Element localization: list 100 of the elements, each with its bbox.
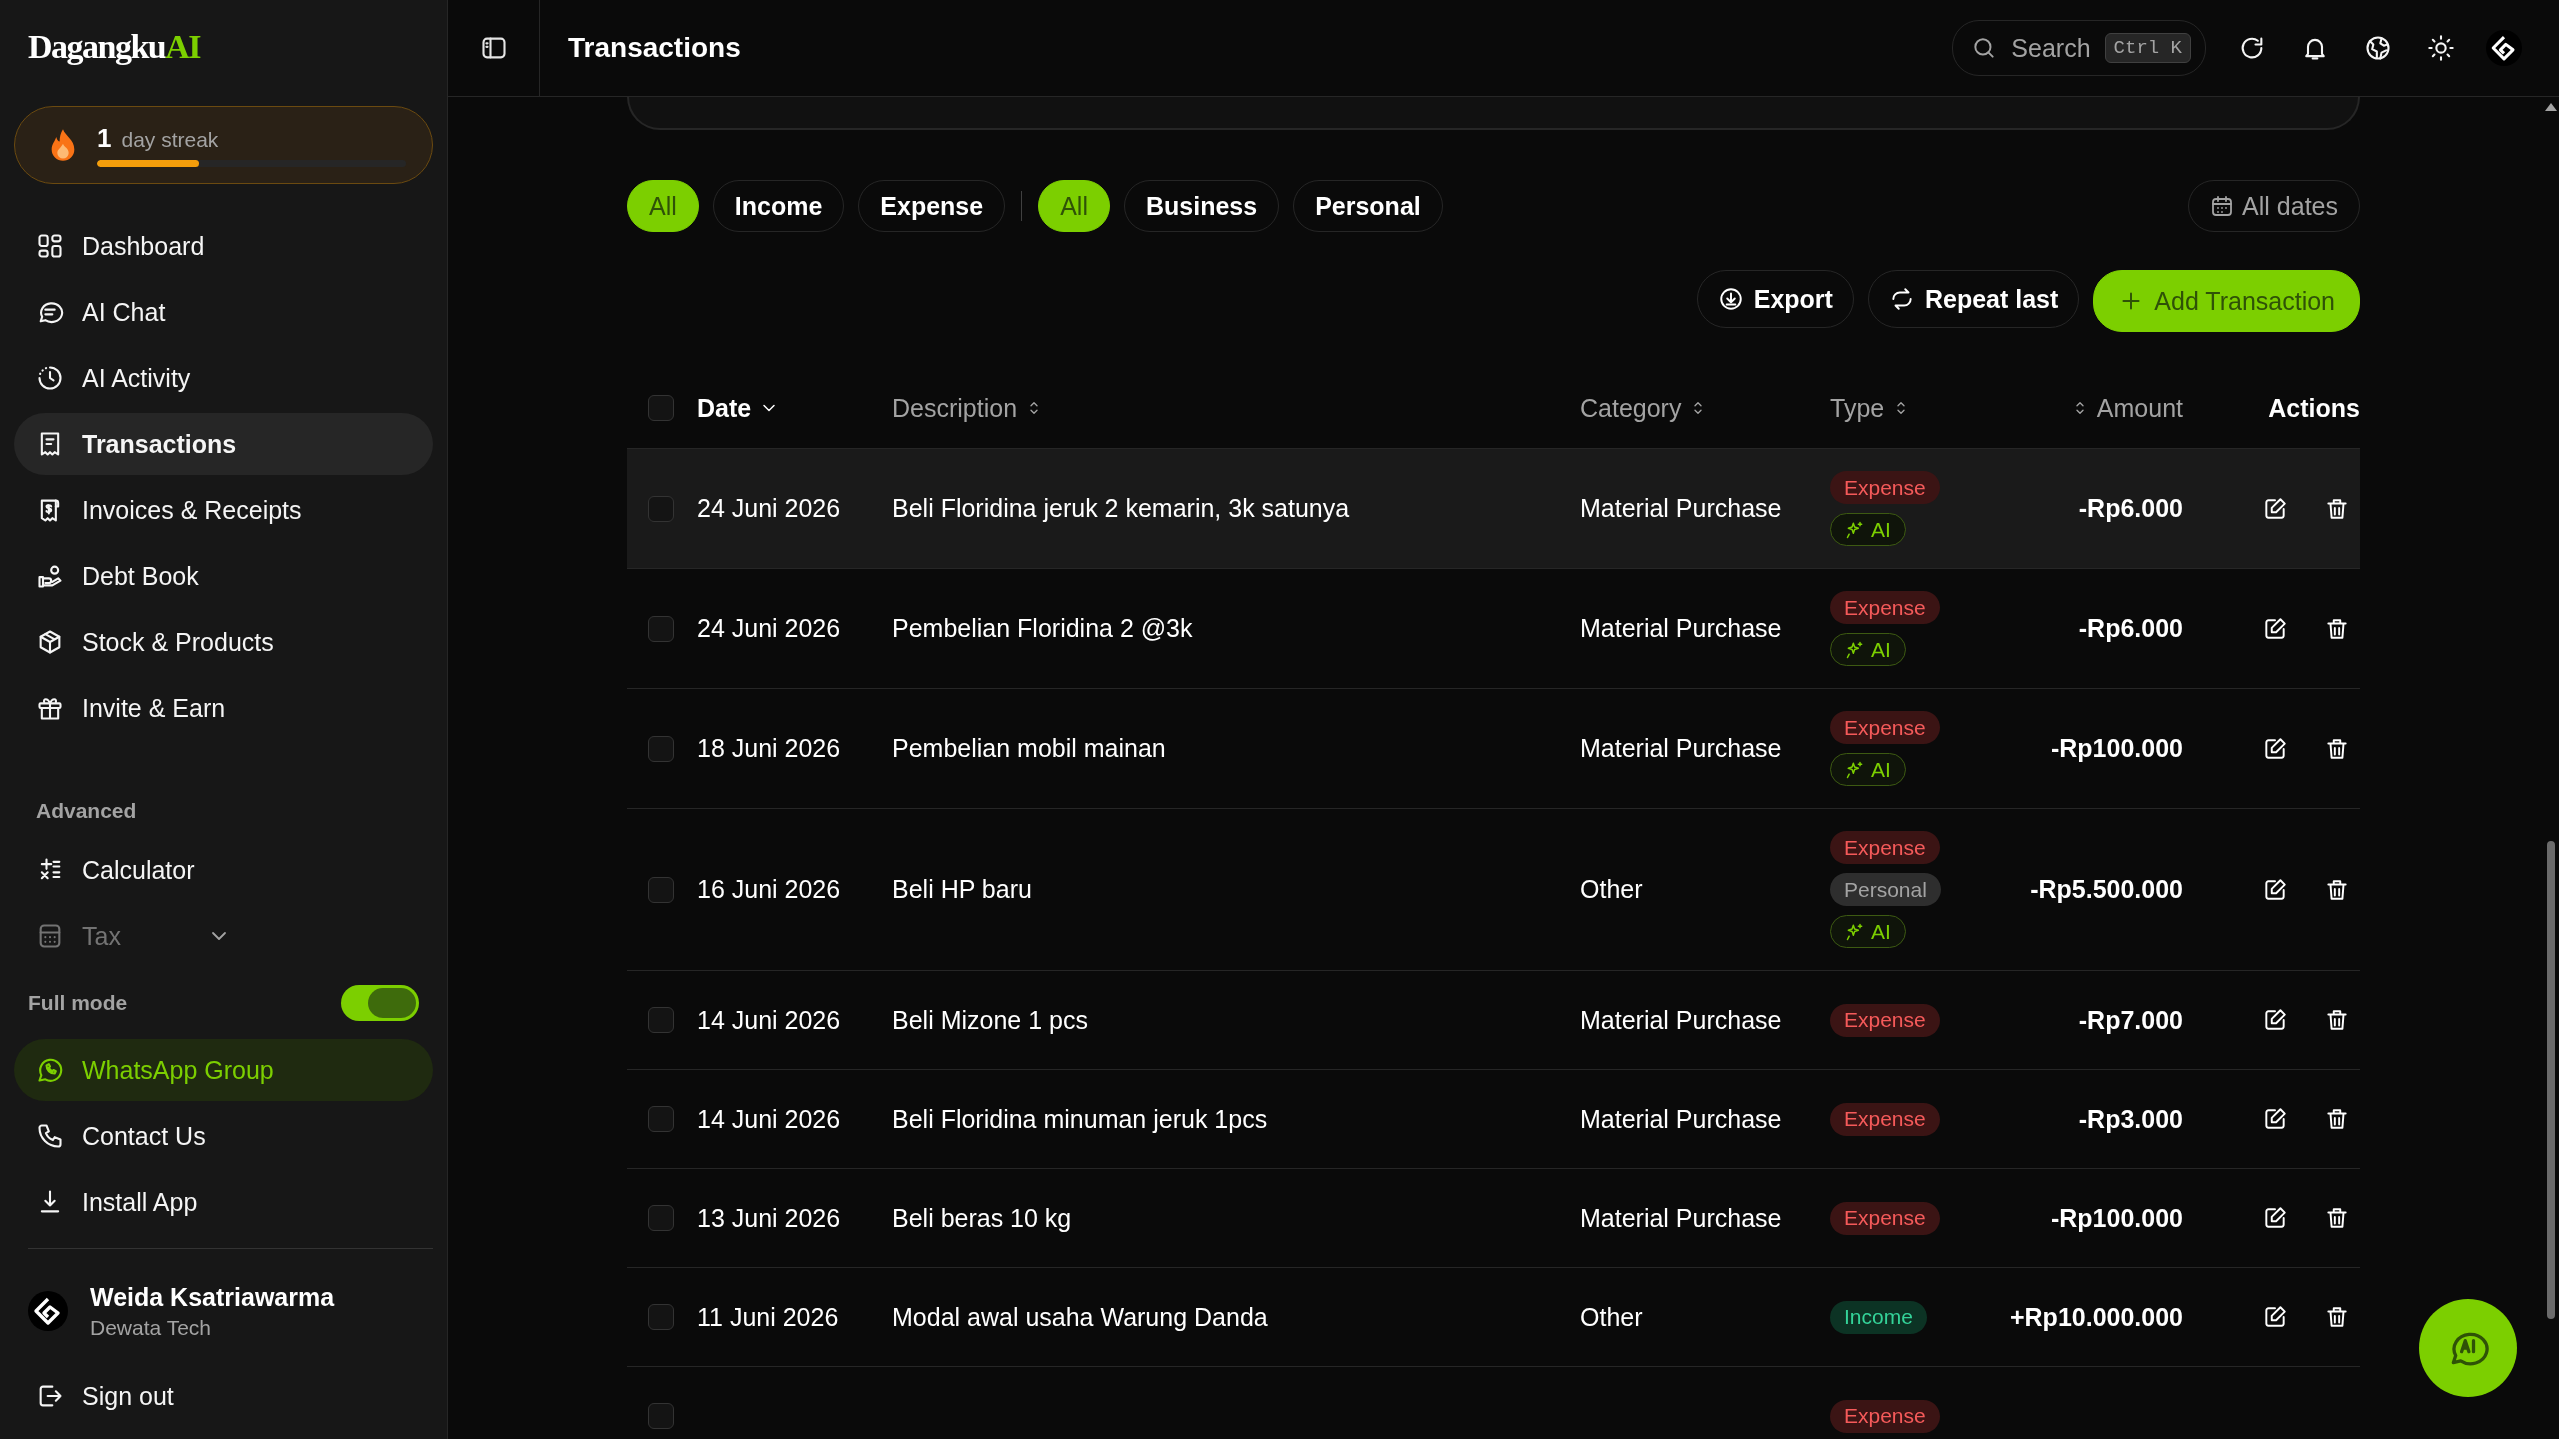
table-row[interactable]: 14 Juni 2026 Beli Mizone 1 pcs Material Purchase Expense -Rp7.000: [627, 971, 2360, 1070]
search-field[interactable]: Search Ctrl K: [1952, 20, 2206, 76]
sign-out-button[interactable]: Sign out: [14, 1365, 433, 1427]
app-logo[interactable]: DagangkuAI: [28, 28, 201, 68]
expense-badge: Expense: [1830, 1102, 1940, 1136]
full-mode-label: Full mode: [28, 991, 128, 1015]
row-checkbox[interactable]: [648, 1205, 674, 1231]
category-cell-text: Material Purchase: [1580, 494, 1783, 523]
nav-item[interactable]: Calculator: [14, 839, 433, 901]
shortcut-key: Ctrl K: [2104, 33, 2191, 63]
delete-button[interactable]: [2324, 1304, 2350, 1330]
avatar-icon: [28, 1291, 68, 1331]
filter-chip[interactable]: Expense: [858, 180, 1006, 232]
export-button[interactable]: Export: [1696, 270, 1854, 328]
row-checkbox[interactable]: [648, 1304, 674, 1330]
category-cell-text: Other: [1580, 1302, 1644, 1332]
table-row[interactable]: 11 Juni 2026 Modal awal usaha Warung Danda Other Income +Rp10.000.000: [627, 1268, 2360, 1367]
expense-badge: Expense: [1830, 471, 1940, 504]
category-cell-text: Material Purchase: [1580, 734, 1783, 763]
repeat-button[interactable]: Repeat last: [1867, 270, 2080, 328]
category-cell-text: Material Purchase: [1580, 614, 1783, 643]
filter-chip[interactable]: Business: [1123, 180, 1280, 232]
column-header[interactable]: Type: [1830, 393, 1980, 423]
table-row[interactable]: 16 Juni 2026 Beli HP baru Other Expense Personal AI -Rp5.500.000: [627, 809, 2360, 971]
filter-chip[interactable]: Personal: [1293, 180, 1443, 232]
column-header[interactable]: Category: [1580, 393, 1830, 423]
row-checkbox[interactable]: [648, 495, 674, 522]
nav-item[interactable]: Invite & Earn: [14, 677, 433, 739]
table-row[interactable]: 13 Juni 2026 Beli beras 10 kg Material Purchase Expense -Rp100.000: [627, 1169, 2360, 1268]
add-button[interactable]: Add Transaction: [2093, 270, 2360, 332]
nav-item[interactable]: AI Chat: [14, 281, 433, 343]
row-checkbox[interactable]: [648, 1106, 674, 1132]
amount-cell: -Rp6.000: [2078, 614, 2183, 643]
nav-item[interactable]: Install App: [14, 1171, 433, 1233]
streak-label: day streak: [121, 128, 219, 152]
row-checkbox[interactable]: [648, 735, 674, 762]
row-checkbox[interactable]: [648, 1007, 674, 1033]
select-all-checkbox[interactable]: [648, 395, 674, 421]
description-cell-text: Pembelian mobil mainan: [892, 734, 1167, 763]
table-row[interactable]: 14 Juni 2026 Beli Floridina minuman jeruk 1pcs Material Purchase Expense -Rp3.000: [627, 1070, 2360, 1169]
edit-button[interactable]: [2262, 1205, 2288, 1231]
row-checkbox[interactable]: [648, 615, 674, 642]
grid-icon: [36, 232, 64, 260]
table-row[interactable]: 24 Juni 2026 Beli Floridina jeruk 2 kemarin, 3k satunya Material Purchase Expense AI -Rp6.000: [627, 449, 2360, 569]
edit-button[interactable]: [2262, 1007, 2288, 1033]
table-row[interactable]: 18 Juni 2026 Pembelian mobil mainan Material Purchase Expense AI -Rp100.000: [627, 689, 2360, 809]
sun-icon: [2426, 34, 2455, 62]
delete-button[interactable]: [2324, 1007, 2350, 1033]
description-cell-text: Beli Floridina jeruk 2 kemarin, 3k satunya: [892, 494, 1351, 523]
calendar-icon: [2210, 194, 2235, 218]
edit-button[interactable]: [2262, 1304, 2288, 1330]
expense-badge: Expense: [1830, 1201, 1940, 1235]
description-cell-text: Modal awal usaha Warung Danda: [892, 1302, 1269, 1332]
nav-item[interactable]: AI Activity: [14, 347, 433, 409]
column-header[interactable]: Description: [892, 393, 1580, 423]
column-header[interactable]: Actions: [2268, 393, 2360, 423]
streak-count: 1: [97, 123, 112, 154]
edit-icon: [2262, 495, 2288, 522]
column-header[interactable]: Date: [697, 393, 892, 423]
date-cell-text: 24 Juni 2026: [697, 494, 842, 523]
filter-chip[interactable]: Income: [712, 180, 845, 232]
date-cell-text: 13 Juni 2026: [697, 1203, 842, 1233]
nav-item[interactable]: WhatsApp Group: [14, 1039, 433, 1101]
edit-button[interactable]: [2262, 1106, 2288, 1132]
delete-button[interactable]: [2324, 1106, 2350, 1132]
nav-item[interactable]: Invoices & Receipts: [14, 479, 433, 541]
globe-icon: [2363, 34, 2392, 62]
amount-cell: -Rp6.000: [2078, 494, 2183, 523]
filter-chip[interactable]: All: [1038, 180, 1110, 232]
nav-item[interactable]: Transactions: [14, 413, 433, 475]
column-header[interactable]: Amount: [2070, 393, 2183, 423]
nav-item[interactable]: Dashboard: [14, 215, 433, 277]
sparkle-icon: [1845, 759, 1865, 780]
edit-icon: [2262, 735, 2288, 762]
trash-icon: [2324, 1007, 2350, 1033]
filter-chip[interactable]: All: [627, 180, 699, 232]
edit-button[interactable]: [2262, 735, 2288, 762]
full-mode-toggle[interactable]: [341, 985, 419, 1021]
row-checkbox[interactable]: [648, 1403, 674, 1429]
table-row[interactable]: 24 Juni 2026 Pembelian Floridina 2 @3k Material Purchase Expense AI -Rp6.000: [627, 569, 2360, 689]
nav-item[interactable]: Contact Us: [14, 1105, 433, 1167]
description-cell-text: Beli Mizone 1 pcs: [892, 1005, 1089, 1035]
edit-button[interactable]: [2262, 615, 2288, 642]
edit-icon: [2262, 876, 2288, 903]
expense-badge: Expense: [1830, 1399, 1940, 1433]
category-cell-text: Other: [1580, 875, 1644, 904]
delete-button[interactable]: [2324, 1205, 2350, 1231]
amount-cell: -Rp5.500.000: [2030, 875, 2183, 904]
nav-item[interactable]: Debt Book: [14, 545, 433, 607]
row-checkbox[interactable]: [648, 876, 674, 903]
expense-badge: Expense: [1830, 831, 1940, 864]
sparkle-icon: [1845, 519, 1865, 540]
phone-icon: [36, 1122, 64, 1150]
income-badge: Income: [1830, 1300, 1927, 1334]
edit-button[interactable]: [2262, 876, 2288, 903]
table-row[interactable]: Expense: [627, 1367, 2360, 1439]
nav-item[interactable]: Stock & Products: [14, 611, 433, 673]
search-placeholder: Search: [2011, 33, 2091, 63]
date-filter-button[interactable]: All dates: [2188, 180, 2360, 232]
edit-button[interactable]: [2262, 495, 2288, 522]
